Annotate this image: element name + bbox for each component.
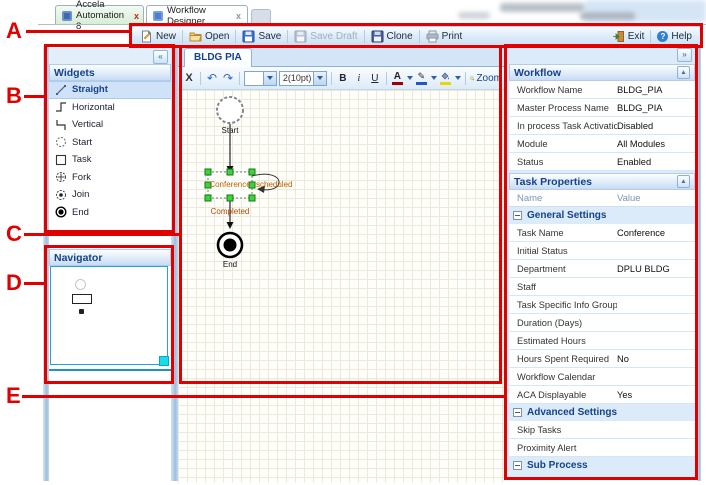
annotation-line-a	[26, 30, 129, 33]
annotation-label-b: B	[6, 85, 22, 107]
annotation-line-d	[24, 282, 44, 285]
workflow-designer-screen: Accela Automation 8 x Workflow Designer …	[0, 0, 706, 485]
blurred-browser-chrome	[430, 0, 706, 24]
annotation-label-d: D	[6, 272, 22, 294]
annotation-line-e	[22, 395, 504, 398]
workflow-designer-favicon	[153, 11, 163, 21]
annotation-box-d	[44, 245, 174, 384]
accela-favicon	[62, 11, 72, 21]
annotation-box-c	[179, 45, 502, 384]
browser-tab-title: Accela Automation 8	[76, 0, 124, 32]
annotation-label-c: C	[6, 223, 22, 245]
annotation-line-b	[24, 95, 44, 98]
close-tab-icon[interactable]: x	[236, 11, 241, 21]
close-tab-icon[interactable]: x	[134, 11, 139, 21]
browser-tab-accela-automation[interactable]: Accela Automation 8 x	[55, 5, 144, 25]
browser-tab-workflow-designer[interactable]: Workflow Designer x	[146, 5, 248, 25]
annotation-box-b	[44, 44, 175, 233]
annotation-label-e: E	[6, 385, 21, 407]
annotation-box-e	[504, 44, 698, 480]
annotation-label-a: A	[6, 20, 22, 42]
annotation-line-c	[24, 233, 179, 236]
